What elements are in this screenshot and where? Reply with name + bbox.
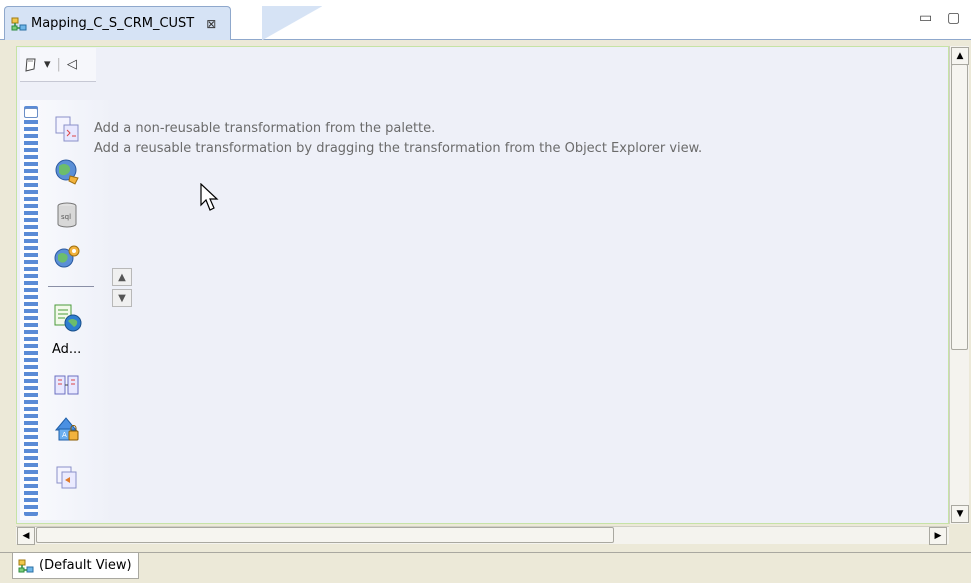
mapping-editor-window: Mapping_C_S_CRM_CUST ⊠ ▭ ▢ ▾ | ◁ sql Ad.…	[0, 0, 971, 583]
hint-non-reusable: Add a non-reusable transformation from t…	[94, 121, 436, 136]
collapse-palette-icon[interactable]: ◁	[67, 57, 77, 72]
tab-edge	[262, 6, 322, 40]
palette-scroll-up-button[interactable]: ▲	[112, 268, 132, 286]
palette-scroll-down-button[interactable]: ▼	[112, 289, 132, 307]
vertical-scroll-thumb[interactable]	[951, 64, 968, 350]
tab-title: Mapping_C_S_CRM_CUST	[31, 16, 195, 31]
view-tab-label: (Default View)	[39, 558, 132, 573]
association-icon[interactable]	[50, 368, 84, 402]
scroll-down-button[interactable]: ▼	[951, 505, 969, 523]
palette-grip[interactable]	[24, 106, 38, 516]
web-service-icon[interactable]	[50, 240, 84, 274]
scroll-left-button[interactable]: ◀	[17, 527, 35, 545]
scrollbar-corner	[949, 526, 969, 544]
lookup-icon[interactable]	[50, 154, 84, 188]
key-generator-icon[interactable]: A	[50, 412, 84, 446]
scroll-right-button[interactable]: ▶	[929, 527, 947, 545]
tab-default-view[interactable]: (Default View)	[12, 553, 139, 579]
close-icon[interactable]: ⊠	[206, 17, 216, 31]
palette-item-label: Ad...	[52, 342, 82, 357]
mapping-icon	[18, 559, 34, 573]
svg-text:A: A	[62, 431, 67, 439]
pin-icon[interactable]	[24, 57, 38, 73]
hint-reusable: Add a reusable transformation by draggin…	[94, 141, 703, 156]
misc-transform-icon[interactable]	[50, 460, 84, 494]
expression-icon[interactable]	[50, 112, 84, 146]
mouse-cursor-icon	[200, 183, 219, 211]
address-validator-icon[interactable]	[50, 300, 84, 334]
palette-grip-handle[interactable]	[24, 108, 38, 118]
sql-icon[interactable]: sql	[50, 198, 84, 232]
scroll-up-button[interactable]: ▲	[951, 47, 969, 65]
view-tab-bar	[0, 552, 971, 583]
palette-separator	[48, 286, 94, 287]
horizontal-scroll-thumb[interactable]	[36, 527, 614, 543]
minimize-icon[interactable]: ▭	[919, 10, 932, 26]
palette-dropdown-icon[interactable]: ▾	[44, 57, 51, 72]
svg-text:sql: sql	[61, 213, 71, 221]
editor-tab-bar: Mapping_C_S_CRM_CUST ⊠ ▭ ▢	[0, 0, 971, 40]
mapping-canvas[interactable]	[16, 46, 949, 524]
palette-toolbar: ▾ | ◁	[20, 48, 96, 82]
tab-mapping[interactable]: Mapping_C_S_CRM_CUST ⊠	[4, 6, 232, 40]
maximize-icon[interactable]: ▢	[947, 10, 960, 26]
mapping-icon	[11, 17, 27, 31]
